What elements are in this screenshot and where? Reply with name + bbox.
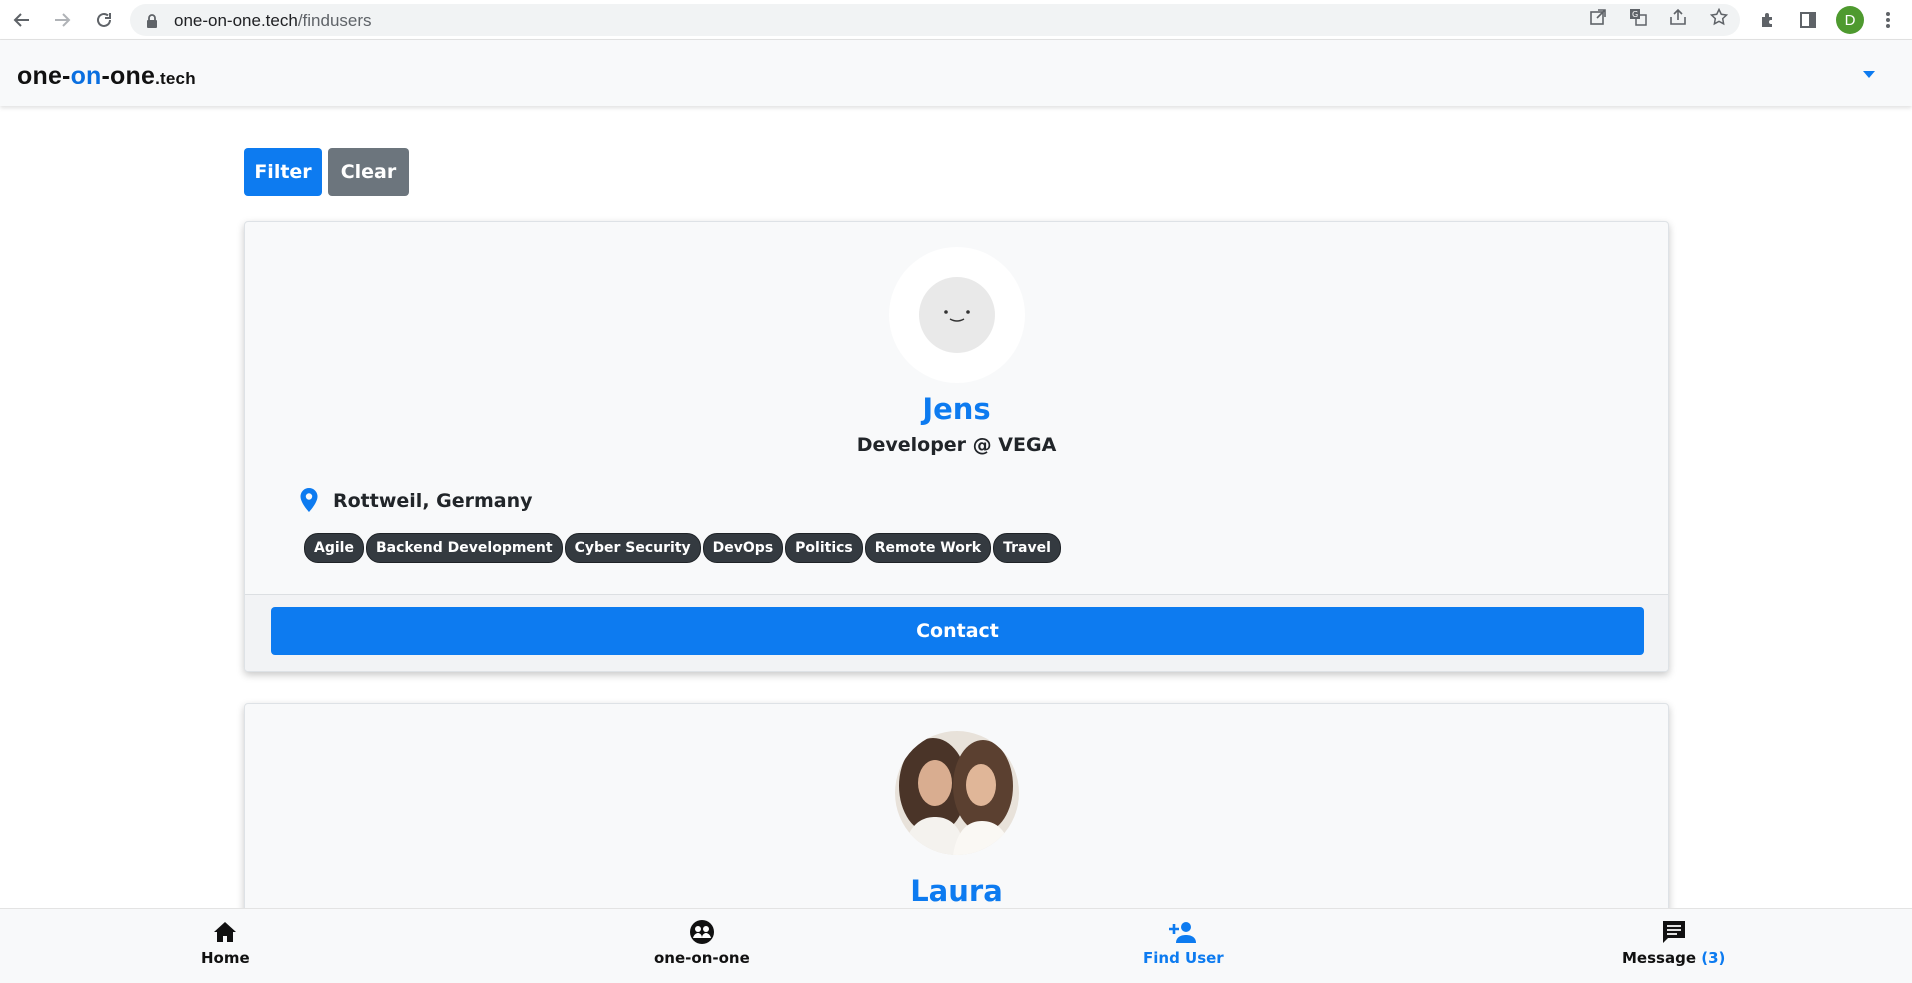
chat-icon <box>1659 917 1689 947</box>
open-in-app-icon[interactable] <box>1587 6 1609 28</box>
brand-logo[interactable]: one-on-one.tech <box>17 62 196 91</box>
brand-part2: on <box>70 62 102 90</box>
home-icon <box>210 917 240 947</box>
svg-text:G: G <box>1632 10 1638 19</box>
nav-one-on-one[interactable]: one-on-one <box>654 917 750 967</box>
user-title: Developer @ VEGA <box>856 434 1057 456</box>
nav-label: Find User <box>1143 949 1224 967</box>
app-navbar: one-on-one.tech <box>0 40 1912 106</box>
bottom-navigation: Home one-on-one Find User Message (3) <box>0 908 1912 983</box>
interest-tags: Agile Backend Development Cyber Security… <box>304 533 1063 563</box>
location-pin-icon <box>299 487 323 515</box>
brand-part3: -one <box>101 62 156 90</box>
interest-tag: DevOps <box>702 533 784 563</box>
nav-label: Home <box>201 949 250 967</box>
browser-toolbar: one-on-one.tech/findusers G D <box>0 0 1912 40</box>
extensions-icon[interactable] <box>1756 8 1780 32</box>
back-icon[interactable] <box>10 8 34 32</box>
interest-tag: Politics <box>785 533 863 563</box>
interest-tag: Remote Work <box>864 533 992 563</box>
nav-dropdown-caret-icon[interactable] <box>1863 71 1875 78</box>
contact-button[interactable]: Contact <box>271 607 1644 655</box>
nav-message[interactable]: Message (3) <box>1622 917 1725 967</box>
brand-tld: .tech <box>155 69 196 88</box>
brand-part1: one- <box>17 62 71 90</box>
forward-icon[interactable] <box>50 8 74 32</box>
user-photo <box>895 731 1019 855</box>
share-icon[interactable] <box>1667 6 1689 28</box>
reload-icon[interactable] <box>92 8 116 32</box>
clear-button[interactable]: Clear <box>328 148 409 196</box>
url-path: /findusers <box>297 11 372 30</box>
interest-tag: Cyber Security <box>564 533 701 563</box>
message-label: Message <box>1622 949 1696 967</box>
filter-button[interactable]: Filter <box>244 148 322 196</box>
interest-tag: Agile <box>304 533 364 563</box>
user-location: Rottweil, Germany <box>299 487 533 515</box>
address-bar[interactable]: one-on-one.tech/findusers <box>130 4 1740 36</box>
people-circle-icon <box>687 917 717 947</box>
person-add-icon <box>1168 917 1198 947</box>
user-card: Jens Developer @ VEGA Rottweil, Germany … <box>244 221 1669 672</box>
side-panel-icon[interactable] <box>1796 8 1820 32</box>
location-text: Rottweil, Germany <box>333 490 533 512</box>
interest-tag: Backend Development <box>365 533 563 563</box>
profile-avatar[interactable]: D <box>1836 6 1864 34</box>
nav-find-user[interactable]: Find User <box>1143 917 1224 967</box>
translate-icon[interactable]: G <box>1627 6 1649 28</box>
nav-label: one-on-one <box>654 949 750 967</box>
default-avatar-icon <box>919 277 995 353</box>
user-name[interactable]: Jens <box>245 392 1668 426</box>
avatar <box>889 247 1025 383</box>
url-text: one-on-one.tech/findusers <box>174 11 372 31</box>
bookmark-star-icon[interactable] <box>1708 6 1730 28</box>
more-menu-icon[interactable] <box>1876 8 1900 32</box>
user-name[interactable]: Laura <box>245 874 1668 908</box>
nav-home[interactable]: Home <box>201 917 250 967</box>
url-host: one-on-one.tech <box>174 11 298 30</box>
interest-tag: Travel <box>993 533 1061 563</box>
lock-icon <box>146 13 158 32</box>
nav-label: Message (3) <box>1622 949 1725 967</box>
message-count-badge: (3) <box>1701 949 1726 967</box>
